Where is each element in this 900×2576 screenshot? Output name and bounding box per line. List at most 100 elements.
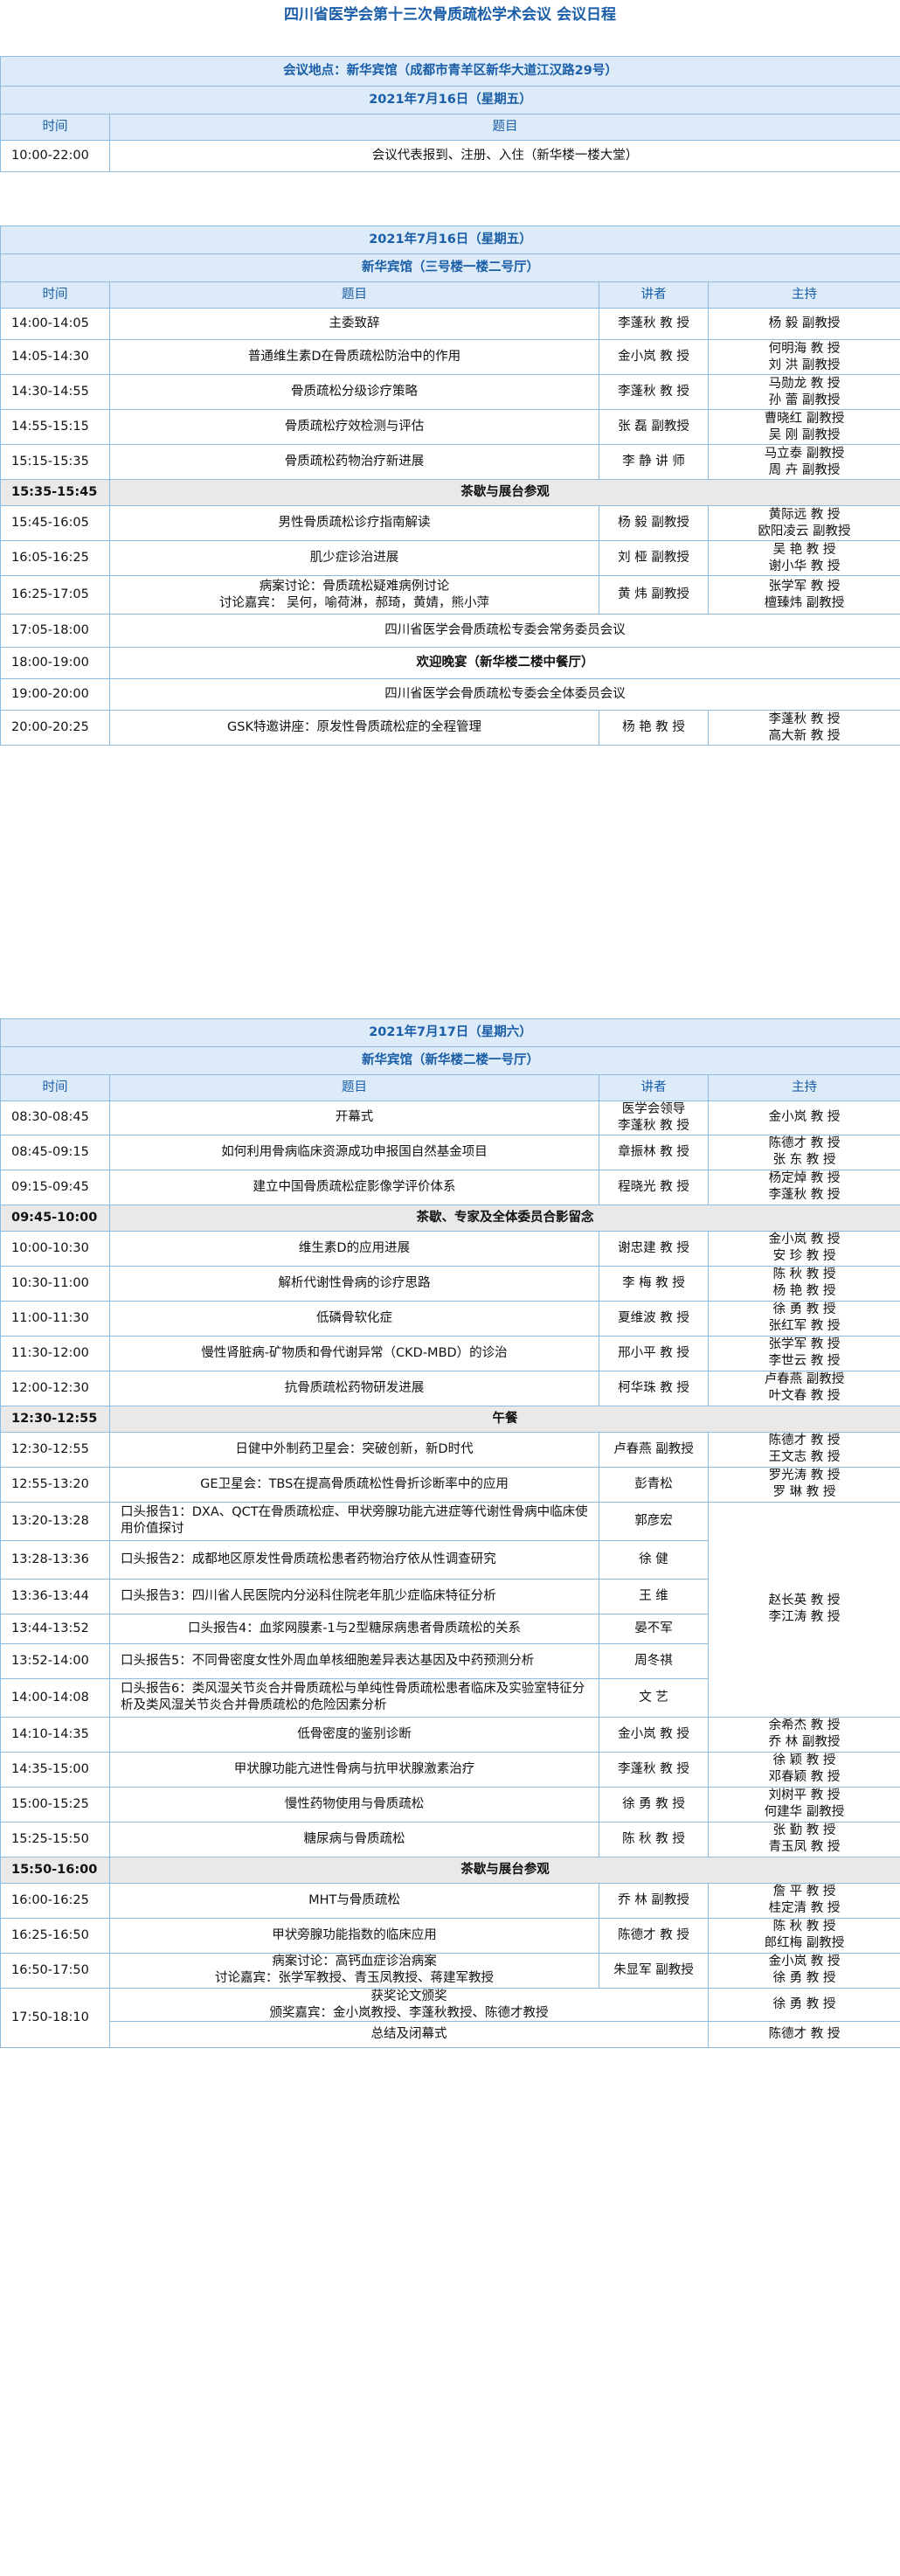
topic-cell: 口头报告5：不同骨密度女性外周血单核细胞差异表达基因及中药预测分析 [109,1642,599,1679]
table-row: 09:15-09:45 建立中国骨质疏松症影像学评价体系 程晓光 教 授杨定焯 教 … [0,1169,900,1205]
topic-cell: GE卫星会：TBS在提高骨质疏松性骨折诊断率中的应用 [109,1466,599,1503]
time-cell: 17:50-18:10 [0,1987,110,2049]
time-cell: 14:30-14:55 [0,374,110,410]
page-title: 四川省医学会第十三次骨质疏松学术会议 会议日程 [284,6,616,24]
speaker-cell: 程晓光 教 授 [599,1169,709,1205]
speaker-cell: 朱显军 副教授 [599,1952,709,1989]
topic-cell: 口头报告2：成都地区原发性骨质疏松患者药物治疗依从性调查研究 [109,1539,599,1580]
time-cell: 14:00-14:05 [0,308,110,340]
topic-cell: 骨质疏松分级诊疗策略 [109,374,599,410]
speaker-cell: 陈德才 教 授 [599,1917,709,1954]
time-cell: 13:44-13:52 [0,1613,110,1644]
hall-header: 新华宾馆（新华楼二楼一号厅） [0,1046,900,1075]
time-cell: 16:25-17:05 [0,575,110,614]
speaker-cell: 刘 桠 副教授 [599,540,709,576]
host-cell: 何明海 教 授 刘 洪 副教授 [708,339,900,375]
table-row: 10:00-10:30 维生素D的应用进展 谢忠建 教 授金小岚 教 授 安 珍 教… [0,1230,900,1267]
table-row: 18:00-19:00 欢迎晚宴（新华楼二楼中餐厅） [0,647,900,679]
venue-header: 会议地点：新华宾馆（成都市青羊区新华大道江汉路29号） [0,56,900,87]
speaker-cell: 章振林 教 授 [599,1134,709,1170]
host-cell: 李蓬秋 教 授 高大新 教 授 [708,710,900,746]
time-cell: 10:00-22:00 [0,140,110,172]
topic-cell: GSK特邀讲座：原发性骨质疏松症的全程管理 [109,710,599,746]
host-cell: 陈 秋 教 授 郎红梅 副教授 [708,1917,900,1954]
speaker-cell: 彭青松 [599,1466,709,1503]
time-cell: 14:00-14:08 [0,1677,110,1718]
time-cell: 13:52-14:00 [0,1642,110,1679]
host-cell: 马勋龙 教 授 孙 蕾 副教授 [708,374,900,410]
time-cell: 18:00-19:00 [0,647,110,679]
date-header: 2021年7月16日（星期五） [0,226,900,254]
speaker-cell: 医学会领导 李蓬秋 教 授 [599,1101,709,1135]
topic-cell: 骨质疏松疗效检测与评估 [109,409,599,445]
time-cell: 11:30-12:00 [0,1335,110,1371]
topic-cell: 低磷骨软化症 [109,1300,599,1337]
time-column-header: 时间 [0,114,110,141]
host-cell: 刘树平 教 授 何建华 副教授 [708,1786,900,1823]
topic-cell: 四川省医学会骨质疏松专委会常务委员会议 [109,614,900,648]
table-row: 19:00-20:00 四川省医学会骨质疏松专委会全体委员会议 [0,678,900,711]
table-row: 16:25-17:05 病案讨论：骨质疏松疑难病例讨论 讨论嘉宾： 吴何，喻荷淋，… [0,575,900,614]
speaker-cell: 卢春燕 副教授 [599,1431,709,1468]
table-row: 12:55-13:20 GE卫星会：TBS在提高骨质疏松性骨折诊断率中的应用 彭青松… [0,1466,900,1503]
time-cell: 16:05-16:25 [0,540,110,576]
time-cell: 15:25-15:50 [0,1821,110,1857]
time-cell: 15:45-16:05 [0,505,110,541]
topic-cell: 病案讨论：骨质疏松疑难病例讨论 讨论嘉宾： 吴何，喻荷淋，郝琦，黄婧，熊小萍 [109,575,599,614]
time-cell: 10:30-11:00 [0,1265,110,1302]
day1-afternoon-table: 2021年7月16日（星期五） 新华宾馆（三号楼一楼二号厅） 时间 题目 讲者 主持 14:… [0,226,900,746]
table-row: 11:00-11:30 低磷骨软化症 夏维波 教 授徐 勇 教 授 张红军 教 授 [0,1300,900,1337]
table-row: 09:45-10:00 茶歇、专家及全体委员合影留念 [0,1204,900,1232]
hall-header: 新华宾馆（三号楼一楼二号厅） [0,253,900,282]
host-cell: 卢春燕 副教授 叶文春 教 授 [708,1370,900,1406]
time-cell: 12:00-12:30 [0,1370,110,1406]
time-cell: 11:00-11:30 [0,1300,110,1337]
table-row: 15:50-16:00 茶歇与展台参观 [0,1856,900,1884]
time-cell: 10:00-10:30 [0,1230,110,1267]
speaker-cell: 柯华珠 教 授 [599,1370,709,1406]
speaker-cell: 晏不军 [599,1613,709,1644]
registration-table: 会议地点：新华宾馆（成都市青羊区新华大道江汉路29号） 2021年7月16日（星… [0,56,900,172]
table-row: 08:30-08:45 开幕式 医学会领导 李蓬秋 教 授金小岚 教 授 [0,1101,900,1135]
topic-cell: 甲状腺功能亢进性骨病与抗甲状腺激素治疗 [109,1751,599,1788]
time-cell: 12:30-12:55 [0,1405,110,1433]
table-row: 15:00-15:25 慢性药物使用与骨质疏松徐 勇 教 授刘树平 教 授 何建华… [0,1786,900,1823]
time-cell: 15:35-15:45 [0,479,110,506]
speaker-cell: 夏维波 教 授 [599,1300,709,1337]
time-cell: 20:00-20:25 [0,710,110,746]
table-row: 15:45-16:05 男性骨质疏松诊疗指南解读杨 毅 副教授 黄际远 教 授 欧阳… [0,505,900,541]
topic-cell: 获奖论文颁奖 颁奖嘉宾：金小岚教授、李蓬秋教授、陈德才教授 [109,1987,709,2023]
host-cell: 金小岚 教 授 安 珍 教 授 [708,1230,900,1267]
topic-cell: 骨质疏松药物治疗新进展 [109,444,599,480]
speaker-cell: 李 静 讲 师 [599,444,709,480]
break-cell: 茶歇、专家及全体委员合影留念 [109,1204,900,1232]
table-row: 15:25-15:50 糖尿病与骨质疏松陈 秋 教 授张 勤 教 授 青玉凤 教 … [0,1821,900,1857]
topic-cell: 低骨密度的鉴别诊断 [109,1716,599,1753]
speaker-cell: 邢小平 教 授 [599,1335,709,1371]
table-row: 14:10-14:35 低骨密度的鉴别诊断 金小岚 教 授余希杰 教 授 乔 林 副… [0,1716,900,1753]
topic-cell: 慢性药物使用与骨质疏松 [109,1786,599,1823]
speaker-cell: 张 磊 副教授 [599,409,709,445]
host-cell: 余希杰 教 授 乔 林 副教授 [708,1716,900,1753]
topic-cell: 建立中国骨质疏松症影像学评价体系 [109,1169,599,1205]
table-row: 12:30-12:55 午餐 [0,1405,900,1433]
date-header: 2021年7月17日（星期六） [0,1018,900,1047]
topic-cell: 普通维生素D在骨质疏松防治中的作用 [109,339,599,375]
host-cell: 詹 平 教 授 桂定清 教 授 [708,1882,900,1919]
time-cell: 13:28-13:36 [0,1539,110,1580]
time-cell: 16:50-17:50 [0,1952,110,1989]
table-row: 08:45-09:15 如何利用骨病临床资源成功申报国自然基金项目 章振林 教 授陈… [0,1134,900,1170]
time-cell: 15:00-15:25 [0,1786,110,1823]
table-row: 12:30-12:55 日健中外制药卫星会：突破创新，新D时代 卢春燕 副教授 陈德才… [0,1431,900,1468]
topic-cell: 抗骨质疏松药物研发进展 [109,1370,599,1406]
topic-cell: 慢性肾脏病-矿物质和骨代谢异常（CKD-MBD）的诊治 [109,1335,599,1371]
topic-cell: 口头报告3：四川省人民医院内分泌科住院老年肌少症临床特征分析 [109,1578,599,1614]
speaker-cell: 王 维 [599,1578,709,1614]
time-cell: 08:45-09:15 [0,1134,110,1170]
topic-cell: 口头报告4：血浆网膜素-1与2型糖尿病患者骨质疏松的关系 [109,1613,599,1644]
topic-cell: 总结及闭幕式 [109,2021,709,2049]
table-row: 16:50-17:50 病案讨论：高钙血症诊治病案 讨论嘉宾：张学军教授、青玉凤教… [0,1952,900,1989]
table-row: 14:55-15:15 骨质疏松疗效检测与评估张 磊 副教授 曹晓红 副教授 吴 刚… [0,409,900,445]
time-cell: 13:36-13:44 [0,1578,110,1614]
table-row: 16:05-16:25 肌少症诊治进展刘 桠 副教授吴 艳 教 授 谢小华 教 授 [0,540,900,576]
